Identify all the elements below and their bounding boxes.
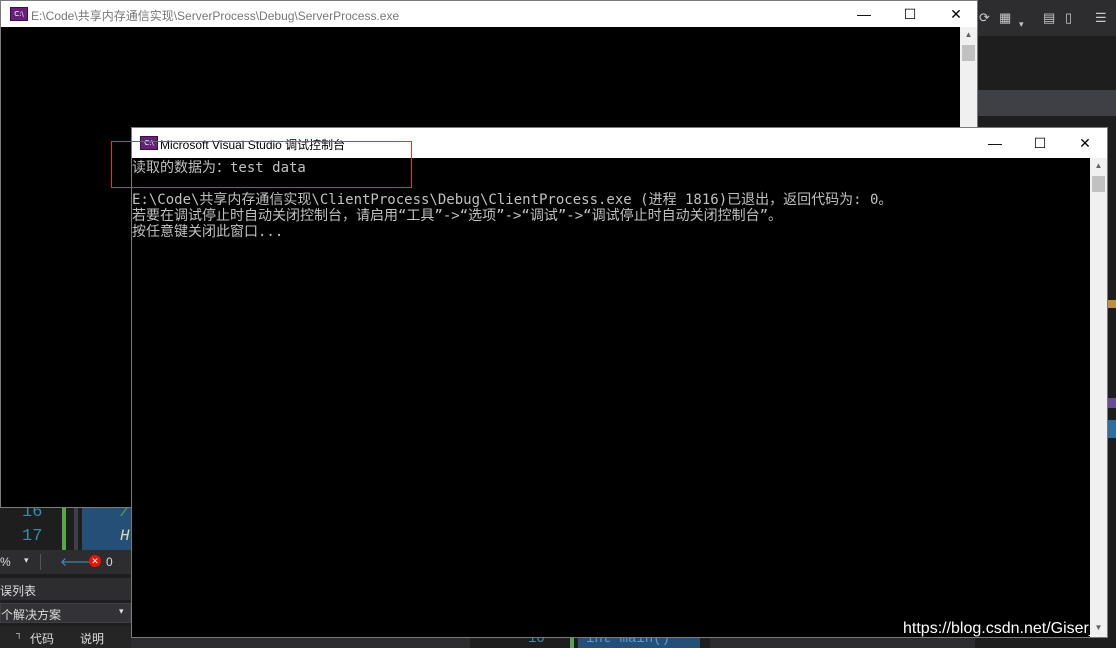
refresh-icon[interactable]: ⟳ [979,10,990,26]
preview-icon[interactable]: ▤ [1043,10,1055,26]
code-line: / H [82,503,131,550]
error-count: 0 [106,555,113,569]
console-line: E:\Code\共享内存通信实现\ClientProcess\Debug\Cli… [132,192,893,208]
debug-console-window[interactable]: C:\ Microsoft Visual Studio 调试控制台 — ☐ ✕ … [131,127,1108,638]
code-identifier: H [120,527,130,545]
scroll-thumb[interactable] [962,45,975,61]
scope-combo[interactable]: 个解决方案 ▾ [0,603,131,623]
back-arrow-icon[interactable]: 🡐 [60,554,92,569]
properties-icon[interactable]: ▦ [999,10,1011,26]
breakpoint-marker-icon [1108,300,1116,308]
fold-gutter [74,505,78,550]
sort-icon[interactable]: ┐ [16,628,22,638]
watermark: https://blog.csdn.net/Giser_ [903,620,1098,637]
vs-toolbar: ⟳ ▦ ▾ ▤ ▯ ☰ [975,0,1116,36]
bookmark-icon [1108,398,1116,408]
dropdown-icon[interactable]: ▾ [1019,16,1024,32]
column-header-code[interactable]: 代码 [30,630,54,647]
debug-console-output[interactable]: 读取的数据为：test data E:\Code\共享内存通信实现\Client… [132,158,1090,637]
vs-tab-strip [975,90,1116,116]
server-titlebar[interactable]: C:\ E:\Code\共享内存通信实现\ServerProcess\Debug… [1,1,977,27]
zoom-level[interactable]: % [0,555,11,569]
console-app-icon: C:\ [10,7,28,21]
highlight-annotation [111,141,412,188]
console-line: 按任意键关闭此窗口... [132,224,284,240]
error-list-title: 误列表 [0,584,37,598]
scroll-up-arrow-icon[interactable]: ▲ [960,27,977,43]
vs-solution-area [975,36,1116,90]
error-icon[interactable]: ✕ [89,555,101,567]
server-window-title: E:\Code\共享内存通信实现\ServerProcess\Debug\Ser… [31,9,400,23]
maximize-button[interactable]: ☐ [1017,130,1063,156]
filter-icon[interactable]: ▯ [1065,10,1072,26]
chevron-down-icon: ▾ [119,606,124,616]
column-header-description[interactable]: 说明 [80,630,104,647]
error-list-header: 误列表 [0,578,131,600]
line-number: 17 [22,527,43,546]
scroll-thumb[interactable] [1092,176,1105,192]
debug-scrollbar[interactable]: ▲ ▼ [1090,158,1107,637]
console-line: 若要在调试停止时自动关闭控制台，请启用“工具”->“选项”->“调试”->“调试… [132,208,782,224]
list-icon[interactable]: ☰ [1095,10,1107,26]
change-marker [62,505,66,550]
scroll-up-arrow-icon[interactable]: ▲ [1090,158,1107,174]
minimize-button[interactable]: — [972,130,1018,156]
minimize-button[interactable]: — [841,1,887,27]
divider [40,554,41,570]
scroll-marker-icon [1108,420,1116,438]
scope-combo-value: 个解决方案 [1,608,62,622]
error-list-columns: ┐ 代码 说明 [0,626,131,648]
editor-status-bar: % ▾ 🡐 ✕ 0 [0,550,131,574]
maximize-button[interactable]: ☐ [887,1,933,27]
zoom-dropdown-icon[interactable]: ▾ [24,555,29,566]
close-button[interactable]: ✕ [933,1,979,27]
close-button[interactable]: ✕ [1062,130,1108,156]
